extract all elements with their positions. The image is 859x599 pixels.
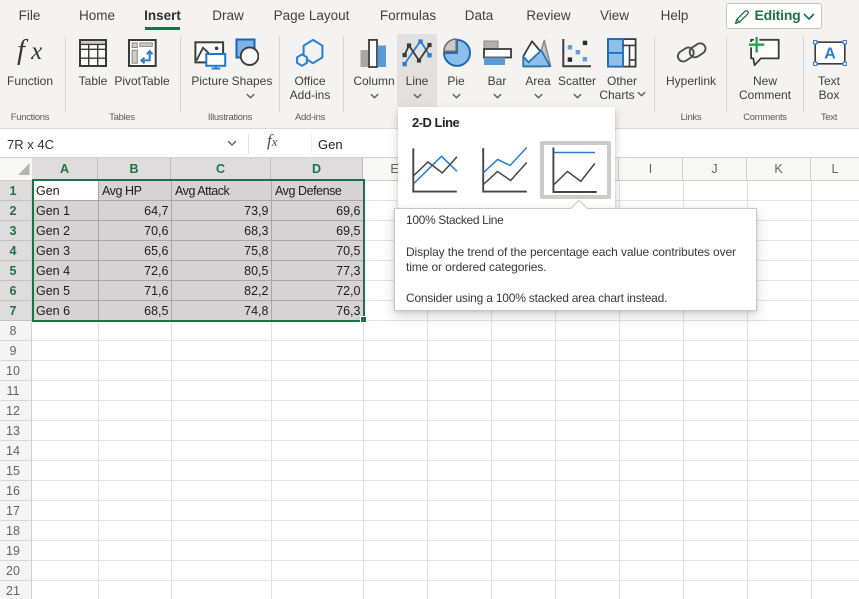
svg-text:A: A	[824, 46, 836, 63]
